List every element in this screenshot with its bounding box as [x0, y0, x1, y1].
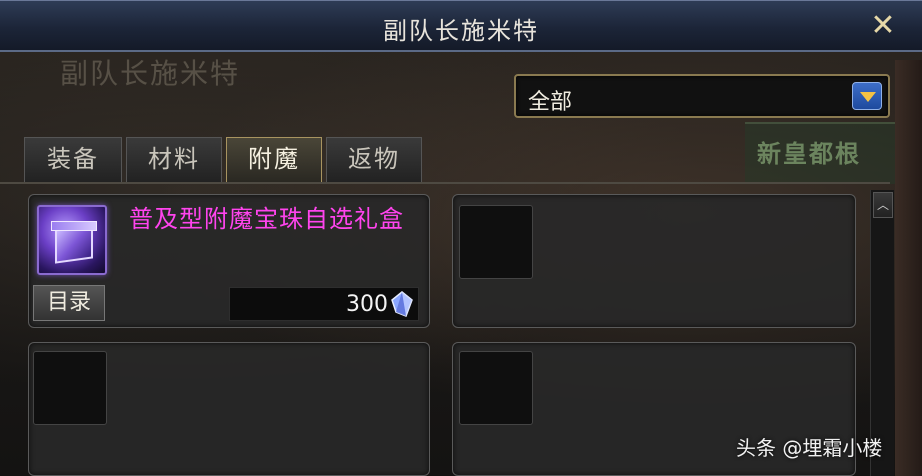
background-sign: 副队长施米特	[60, 57, 241, 90]
watermark: 头条 @埋霜小楼	[736, 436, 883, 460]
tab-equipment[interactable]: 装备	[24, 137, 122, 182]
tab-enchant[interactable]: 附魔	[226, 137, 322, 182]
shop-slot-empty	[28, 342, 430, 476]
scroll-up-button[interactable]: ︿	[873, 192, 893, 218]
gift-box-lid	[51, 221, 97, 231]
close-button[interactable]: ✕	[866, 9, 900, 43]
crystal-icon	[391, 291, 413, 317]
catalog-button[interactable]: 目录	[33, 285, 105, 321]
window-title: 副队长施米特	[383, 17, 539, 45]
empty-item-icon	[459, 351, 533, 425]
dropdown-selected-value: 全部	[528, 90, 573, 115]
gift-box-icon[interactable]	[37, 205, 107, 275]
window-titlebar: 副队长施米特 ✕	[0, 0, 922, 52]
price-value: 300	[346, 292, 388, 317]
shop-slot-empty	[452, 194, 856, 328]
empty-item-icon	[459, 205, 533, 279]
price-box: 300	[229, 287, 419, 321]
empty-item-icon	[33, 351, 107, 425]
category-filter-dropdown[interactable]: 全部	[514, 74, 890, 118]
tab-materials[interactable]: 材料	[126, 137, 222, 182]
chevron-down-icon[interactable]	[852, 82, 882, 110]
tab-divider	[0, 182, 890, 184]
shop-slot-item[interactable]: 普及型附魔宝珠自选礼盒 目录 300	[28, 194, 430, 328]
tab-returns[interactable]: 返物	[326, 137, 422, 182]
item-name: 普及型附魔宝珠自选礼盒	[129, 205, 404, 233]
background-pillar	[895, 60, 922, 476]
